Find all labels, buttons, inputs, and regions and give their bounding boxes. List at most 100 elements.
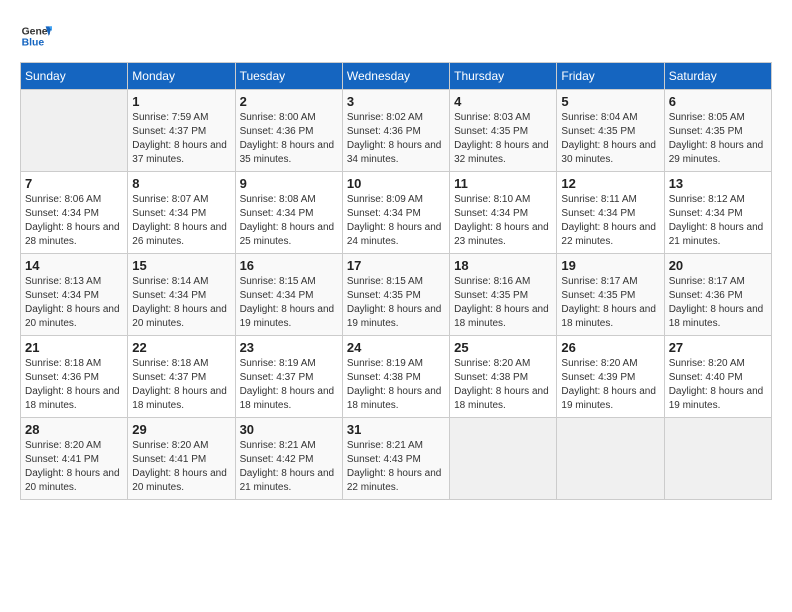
weekday-header-friday: Friday <box>557 63 664 90</box>
page-header: General Blue <box>20 20 772 52</box>
day-info: Sunrise: 8:20 AMSunset: 4:40 PMDaylight:… <box>669 357 767 413</box>
day-number: 7 <box>25 176 123 191</box>
day-info: Sunrise: 8:15 AMSunset: 4:35 PMDaylight:… <box>347 275 445 331</box>
day-info: Sunrise: 8:06 AMSunset: 4:34 PMDaylight:… <box>25 193 123 249</box>
day-number: 5 <box>561 94 659 109</box>
day-number: 26 <box>561 340 659 355</box>
day-number: 8 <box>132 176 230 191</box>
calendar-table: SundayMondayTuesdayWednesdayThursdayFrid… <box>20 62 772 500</box>
day-number: 15 <box>132 258 230 273</box>
calendar-cell: 23 Sunrise: 8:19 AMSunset: 4:37 PMDayligh… <box>235 336 342 418</box>
day-info: Sunrise: 8:12 AMSunset: 4:34 PMDaylight:… <box>669 193 767 249</box>
day-info: Sunrise: 8:16 AMSunset: 4:35 PMDaylight:… <box>454 275 552 331</box>
calendar-cell: 17 Sunrise: 8:15 AMSunset: 4:35 PMDayligh… <box>342 254 449 336</box>
day-number: 31 <box>347 422 445 437</box>
day-info: Sunrise: 8:05 AMSunset: 4:35 PMDaylight:… <box>669 111 767 167</box>
day-info: Sunrise: 8:07 AMSunset: 4:34 PMDaylight:… <box>132 193 230 249</box>
day-number: 14 <box>25 258 123 273</box>
calendar-cell: 10 Sunrise: 8:09 AMSunset: 4:34 PMDayligh… <box>342 172 449 254</box>
calendar-cell: 5Sunrise: 8:04 AMSunset: 4:35 PMDaylight… <box>557 90 664 172</box>
weekday-header-wednesday: Wednesday <box>342 63 449 90</box>
day-info: Sunrise: 8:14 AMSunset: 4:34 PMDaylight:… <box>132 275 230 331</box>
day-info: Sunrise: 8:19 AMSunset: 4:37 PMDaylight:… <box>240 357 338 413</box>
day-number: 2 <box>240 94 338 109</box>
day-number: 23 <box>240 340 338 355</box>
day-info: Sunrise: 8:15 AMSunset: 4:34 PMDaylight:… <box>240 275 338 331</box>
day-info: Sunrise: 8:09 AMSunset: 4:34 PMDaylight:… <box>347 193 445 249</box>
day-info: Sunrise: 8:17 AMSunset: 4:35 PMDaylight:… <box>561 275 659 331</box>
calendar-cell: 25Sunrise: 8:20 AMSunset: 4:38 PMDayligh… <box>450 336 557 418</box>
day-info: Sunrise: 8:13 AMSunset: 4:34 PMDaylight:… <box>25 275 123 331</box>
calendar-cell: 26 Sunrise: 8:20 AMSunset: 4:39 PMDayligh… <box>557 336 664 418</box>
calendar-cell: 28Sunrise: 8:20 AMSunset: 4:41 PMDayligh… <box>21 418 128 500</box>
calendar-cell: 27 Sunrise: 8:20 AMSunset: 4:40 PMDayligh… <box>664 336 771 418</box>
day-number: 25 <box>454 340 552 355</box>
weekday-header-saturday: Saturday <box>664 63 771 90</box>
weekday-header-sunday: Sunday <box>21 63 128 90</box>
day-number: 30 <box>240 422 338 437</box>
day-info: Sunrise: 8:21 AMSunset: 4:43 PMDaylight:… <box>347 439 445 495</box>
day-number: 6 <box>669 94 767 109</box>
calendar-cell <box>664 418 771 500</box>
day-number: 27 <box>669 340 767 355</box>
calendar-cell: 21 Sunrise: 8:18 AMSunset: 4:36 PMDayligh… <box>21 336 128 418</box>
calendar-cell: 4 Sunrise: 8:03 AMSunset: 4:35 PMDaylight… <box>450 90 557 172</box>
day-info: Sunrise: 8:17 AMSunset: 4:36 PMDaylight:… <box>669 275 767 331</box>
svg-text:Blue: Blue <box>22 38 45 49</box>
day-info: Sunrise: 8:00 AMSunset: 4:36 PMDaylight:… <box>240 111 338 167</box>
calendar-cell <box>557 418 664 500</box>
day-number: 18 <box>454 258 552 273</box>
calendar-cell: 30 Sunrise: 8:21 AMSunset: 4:42 PMDayligh… <box>235 418 342 500</box>
calendar-cell: 13 Sunrise: 8:12 AMSunset: 4:34 PMDayligh… <box>664 172 771 254</box>
calendar-cell: 3 Sunrise: 8:02 AMSunset: 4:36 PMDaylight… <box>342 90 449 172</box>
calendar-week-row: 28 Sunrise: 8:20 AMSunset: 4:41 PMDayligh… <box>21 418 772 500</box>
day-number: 4 <box>454 94 552 109</box>
day-number: 1 <box>132 94 230 109</box>
calendar-week-row: 1Sunrise: 7:59 AMSunset: 4:37 PMDaylight… <box>21 90 772 172</box>
calendar-cell: 14 Sunrise: 8:13 AMSunset: 4:34 PMDayligh… <box>21 254 128 336</box>
calendar-cell: 24Sunrise: 8:19 AMSunset: 4:38 PMDayligh… <box>342 336 449 418</box>
calendar-cell: 12 Sunrise: 8:11 AMSunset: 4:34 PMDayligh… <box>557 172 664 254</box>
day-number: 29 <box>132 422 230 437</box>
day-info: Sunrise: 8:03 AMSunset: 4:35 PMDaylight:… <box>454 111 552 167</box>
calendar-cell: 16 Sunrise: 8:15 AMSunset: 4:34 PMDayligh… <box>235 254 342 336</box>
day-number: 28 <box>25 422 123 437</box>
calendar-cell: 22Sunrise: 8:18 AMSunset: 4:37 PMDayligh… <box>128 336 235 418</box>
calendar-week-row: 21 Sunrise: 8:18 AMSunset: 4:36 PMDayligh… <box>21 336 772 418</box>
day-info: Sunrise: 8:11 AMSunset: 4:34 PMDaylight:… <box>561 193 659 249</box>
calendar-cell: 18 Sunrise: 8:16 AMSunset: 4:35 PMDayligh… <box>450 254 557 336</box>
day-info: Sunrise: 8:08 AMSunset: 4:34 PMDaylight:… <box>240 193 338 249</box>
calendar-cell: 1Sunrise: 7:59 AMSunset: 4:37 PMDaylight… <box>128 90 235 172</box>
day-number: 20 <box>669 258 767 273</box>
calendar-cell: 6 Sunrise: 8:05 AMSunset: 4:35 PMDaylight… <box>664 90 771 172</box>
calendar-cell: 15 Sunrise: 8:14 AMSunset: 4:34 PMDayligh… <box>128 254 235 336</box>
day-info: Sunrise: 8:19 AMSunset: 4:38 PMDaylight:… <box>347 357 445 413</box>
day-info: Sunrise: 8:21 AMSunset: 4:42 PMDaylight:… <box>240 439 338 495</box>
calendar-cell: 7 Sunrise: 8:06 AMSunset: 4:34 PMDaylight… <box>21 172 128 254</box>
calendar-week-row: 14 Sunrise: 8:13 AMSunset: 4:34 PMDayligh… <box>21 254 772 336</box>
logo: General Blue <box>20 20 52 52</box>
day-number: 12 <box>561 176 659 191</box>
day-number: 9 <box>240 176 338 191</box>
day-number: 10 <box>347 176 445 191</box>
calendar-cell: 11Sunrise: 8:10 AMSunset: 4:34 PMDayligh… <box>450 172 557 254</box>
day-number: 19 <box>561 258 659 273</box>
calendar-cell: 9 Sunrise: 8:08 AMSunset: 4:34 PMDaylight… <box>235 172 342 254</box>
day-number: 16 <box>240 258 338 273</box>
calendar-cell: 29 Sunrise: 8:20 AMSunset: 4:41 PMDayligh… <box>128 418 235 500</box>
day-number: 3 <box>347 94 445 109</box>
day-number: 13 <box>669 176 767 191</box>
day-info: Sunrise: 8:02 AMSunset: 4:36 PMDaylight:… <box>347 111 445 167</box>
weekday-header-tuesday: Tuesday <box>235 63 342 90</box>
day-info: Sunrise: 8:20 AMSunset: 4:41 PMDaylight:… <box>132 439 230 495</box>
day-info: Sunrise: 8:18 AMSunset: 4:36 PMDaylight:… <box>25 357 123 413</box>
day-number: 21 <box>25 340 123 355</box>
calendar-cell: 31 Sunrise: 8:21 AMSunset: 4:43 PMDayligh… <box>342 418 449 500</box>
calendar-cell: 8 Sunrise: 8:07 AMSunset: 4:34 PMDaylight… <box>128 172 235 254</box>
day-info: Sunrise: 8:18 AMSunset: 4:37 PMDaylight:… <box>132 357 230 413</box>
calendar-cell: 19 Sunrise: 8:17 AMSunset: 4:35 PMDayligh… <box>557 254 664 336</box>
weekday-header-row: SundayMondayTuesdayWednesdayThursdayFrid… <box>21 63 772 90</box>
day-info: Sunrise: 8:10 AMSunset: 4:34 PMDaylight:… <box>454 193 552 249</box>
day-info: Sunrise: 8:20 AMSunset: 4:39 PMDaylight:… <box>561 357 659 413</box>
day-number: 17 <box>347 258 445 273</box>
